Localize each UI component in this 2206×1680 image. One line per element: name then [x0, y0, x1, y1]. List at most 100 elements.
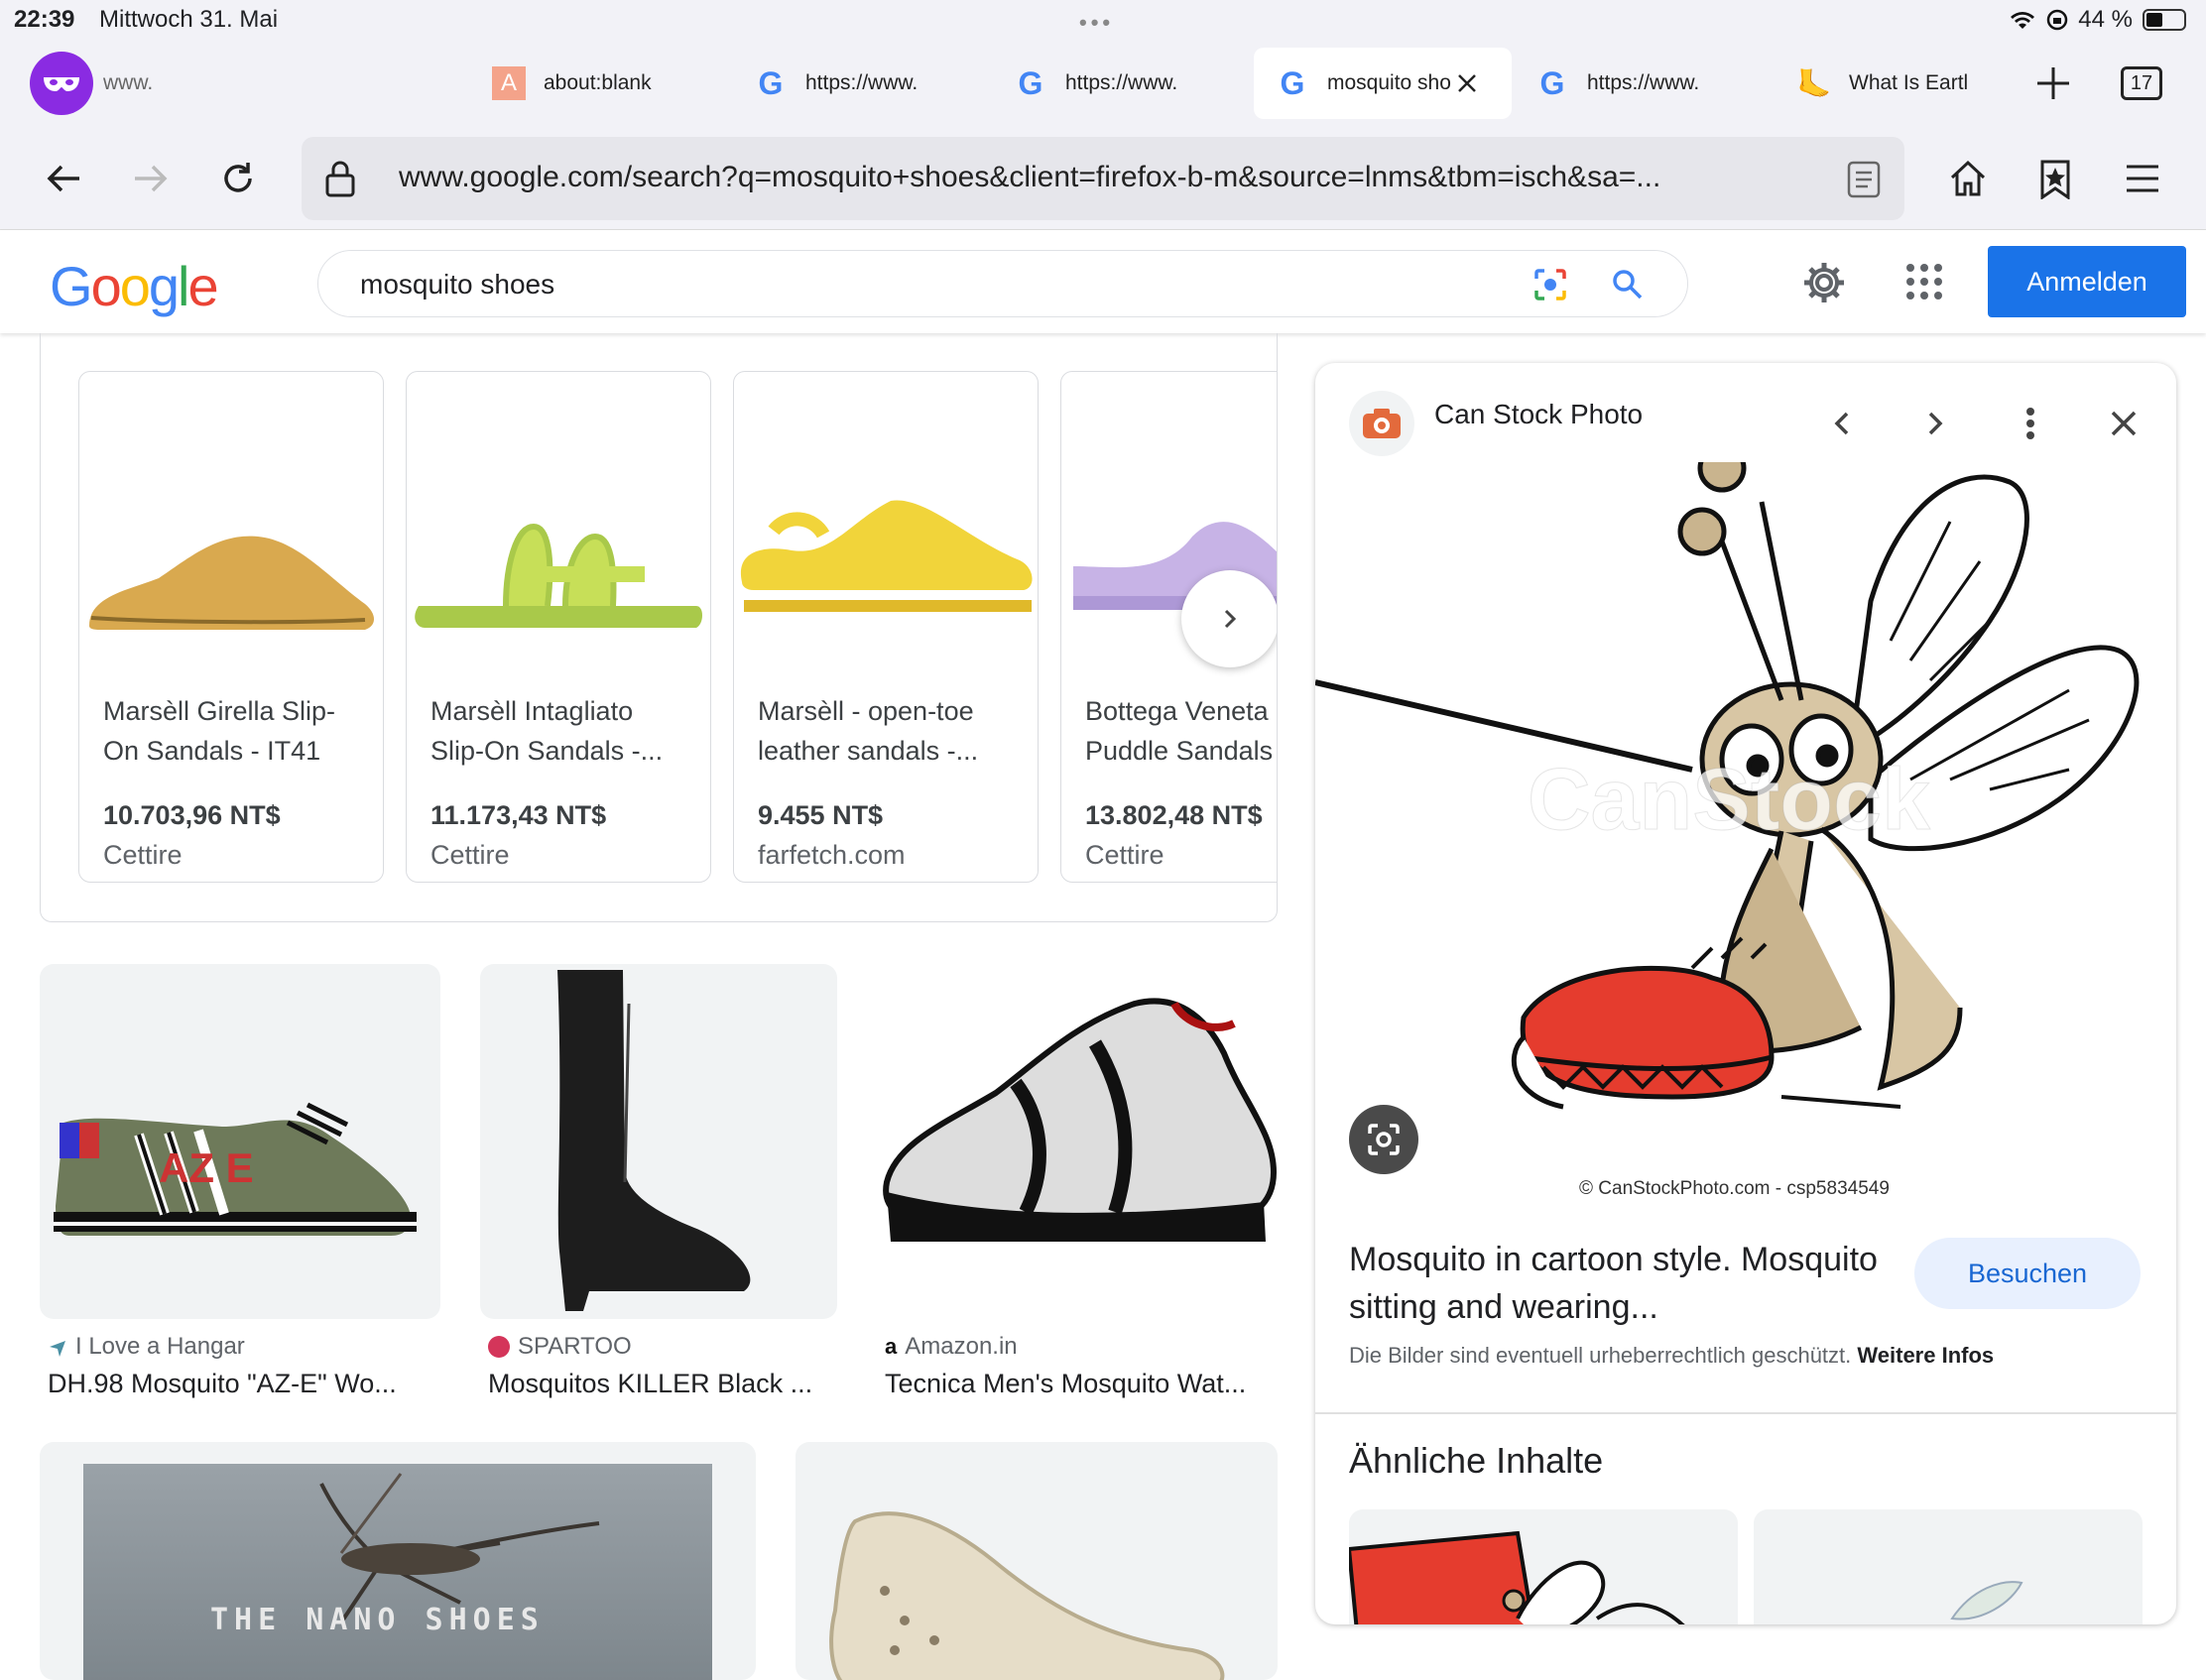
url-text: www.google.com/search?q=mosquito+shoes&c… [399, 161, 1661, 193]
image-caption[interactable]: Mosquito in cartoon style. Mosquito sitt… [1349, 1236, 1904, 1331]
chevron-right-icon [1224, 609, 1237, 629]
search-box[interactable]: mosquito shoes [317, 250, 1688, 317]
next-image-button[interactable] [1910, 399, 1960, 448]
google-g-icon: G [1280, 64, 1305, 101]
product-store: farfetch.com [758, 840, 906, 870]
image-result[interactable]: SPARTOO Mosquitos KILLER Black ... [480, 964, 837, 1410]
chevron-right-icon [1928, 412, 1943, 435]
back-button[interactable] [40, 155, 87, 202]
product-price: 10.703,96 NT$ [103, 800, 281, 830]
image-result[interactable]: AZ E I Love a Hangar DH.98 Mosquito "AZ-… [40, 964, 440, 1410]
orientation-lock-icon [2047, 9, 2068, 31]
image-credit: © CanStockPhoto.com - csp5834549 [1579, 1178, 1890, 1199]
product-card[interactable]: Marsèll - open-toe leather sandals -... … [733, 371, 1039, 883]
airplane-icon [50, 1341, 65, 1357]
carousel-next-button[interactable] [1181, 570, 1277, 667]
lens-search-button[interactable] [1349, 1105, 1418, 1174]
copyright-notice: Die Bilder sind eventuell urheberrechtli… [1349, 1343, 1994, 1369]
tab-private[interactable]: www. [30, 48, 153, 119]
product-price: 11.173,43 NT$ [430, 800, 607, 830]
home-button[interactable] [1944, 155, 1992, 202]
product-image [79, 372, 383, 669]
image-result[interactable]: a Amazon.in Tecnica Men's Mosquito Wat..… [877, 964, 1278, 1410]
image-result[interactable]: THE NANO SHOES [40, 1442, 756, 1680]
similar-thumbnail[interactable] [1349, 1509, 1738, 1624]
reader-view-icon[interactable] [1847, 161, 1881, 198]
close-tab-icon[interactable] [1456, 72, 1478, 94]
wifi-icon [2011, 12, 2035, 29]
back-arrow-icon [47, 165, 79, 192]
result-source: SPARTOO [488, 1333, 632, 1361]
reload-button[interactable] [214, 155, 262, 202]
nano-shoes-text: THE NANO SHOES [210, 1603, 545, 1637]
close-icon [2111, 411, 2137, 436]
tab-google-3[interactable]: G https://www. [1535, 48, 1700, 119]
google-g-icon: G [758, 64, 784, 101]
can-stock-photo-icon [1349, 391, 1414, 456]
previous-image-button[interactable] [1817, 399, 1867, 448]
google-lens-icon[interactable] [1531, 265, 1570, 304]
settings-gear-icon[interactable] [1801, 260, 1847, 305]
preview-source-name[interactable]: Can Stock Photo [1434, 399, 1643, 430]
product-image [734, 372, 1038, 669]
product-title: Marsèll Intagliato Slip-On Sandals -... [430, 696, 664, 766]
google-g-icon: G [1018, 64, 1043, 101]
copyright-text: Die Bilder sind eventuell urheberrechtli… [1349, 1343, 1852, 1368]
visit-button[interactable]: Besuchen [1914, 1238, 2141, 1309]
watermark-text: CanStock [1528, 750, 1931, 848]
result-title: Tecnica Men's Mosquito Wat... [885, 1369, 1247, 1398]
more-info-link[interactable]: Weitere Infos [1857, 1343, 1994, 1368]
status-bar: 22:39 Mittwoch 31. Mai ••• 44 % [0, 0, 2206, 40]
forward-arrow-icon [135, 165, 168, 192]
navigation-toolbar: www.google.com/search?q=mosquito+shoes&c… [0, 127, 2206, 230]
plus-icon [2037, 67, 2069, 99]
image-result[interactable] [796, 1442, 1278, 1680]
tab-label: https://www. [805, 71, 919, 94]
chevron-left-icon [1834, 412, 1849, 435]
new-tab-button[interactable] [2033, 48, 2073, 119]
product-price: 9.455 NT$ [758, 800, 884, 830]
tab-what-is-earth[interactable]: 🦶 What Is Eartl [1797, 48, 1984, 119]
tab-label: about:blank [544, 71, 652, 94]
google-logo[interactable]: Google [50, 254, 219, 318]
battery-percent: 44 % [2078, 6, 2133, 33]
result-image [480, 964, 837, 1319]
menu-button[interactable] [2119, 155, 2166, 202]
product-price: 13.802,48 NT$ [1085, 800, 1263, 830]
source-name: Amazon.in [905, 1333, 1018, 1360]
google-g-icon: G [1539, 64, 1565, 101]
tab-about-blank[interactable]: A about:blank [492, 48, 652, 119]
address-bar[interactable]: www.google.com/search?q=mosquito+shoes&c… [302, 137, 1904, 220]
source-name: SPARTOO [518, 1333, 632, 1360]
spartoo-logo-icon [488, 1336, 510, 1358]
forward-button[interactable] [127, 155, 175, 202]
divider [1315, 1412, 2176, 1414]
letter-a-icon: A [492, 66, 526, 100]
similar-content-heading: Ähnliche Inhalte [1349, 1440, 1604, 1481]
tab-mosquito-shoes[interactable]: G mosquito sho [1254, 48, 1512, 119]
more-vertical-icon [2026, 408, 2034, 439]
source-name: I Love a Hangar [75, 1333, 245, 1360]
result-source: a Amazon.in [885, 1333, 1018, 1361]
product-title: Marsèll Girella Slip- On Sandals - IT41 [103, 696, 336, 766]
bookmarks-button[interactable] [2031, 155, 2079, 202]
tab-google-2[interactable]: G https://www. [1014, 48, 1178, 119]
similar-thumbnail[interactable] [1754, 1509, 2143, 1624]
search-icon[interactable] [1610, 267, 1646, 302]
tab-google-1[interactable]: G https://www. [754, 48, 919, 119]
apps-grid-icon[interactable] [1904, 262, 1944, 301]
result-image: THE NANO SHOES [40, 1442, 756, 1680]
close-preview-button[interactable] [2099, 399, 2148, 448]
search-input[interactable]: mosquito shoes [360, 269, 554, 300]
product-card[interactable]: Marsèll Girella Slip- On Sandals - IT41 … [78, 371, 384, 883]
sign-in-button[interactable]: Anmelden [1988, 246, 2186, 317]
product-card[interactable]: Marsèll Intagliato Slip-On Sandals -... … [406, 371, 711, 883]
shopping-carousel: Marsèll Girella Slip- On Sandals - IT41 … [40, 333, 1278, 922]
result-title: DH.98 Mosquito "AZ-E" Wo... [48, 1369, 397, 1398]
tab-counter-button[interactable]: 17 [2121, 48, 2162, 119]
more-options-button[interactable] [2006, 399, 2055, 448]
clock: 22:39 [14, 6, 75, 33]
product-title: Bottega Veneta Puddle Sandals [1085, 696, 1274, 766]
multitasking-dots-icon[interactable]: ••• [1079, 10, 1114, 36]
result-image: AZ E [40, 964, 440, 1319]
